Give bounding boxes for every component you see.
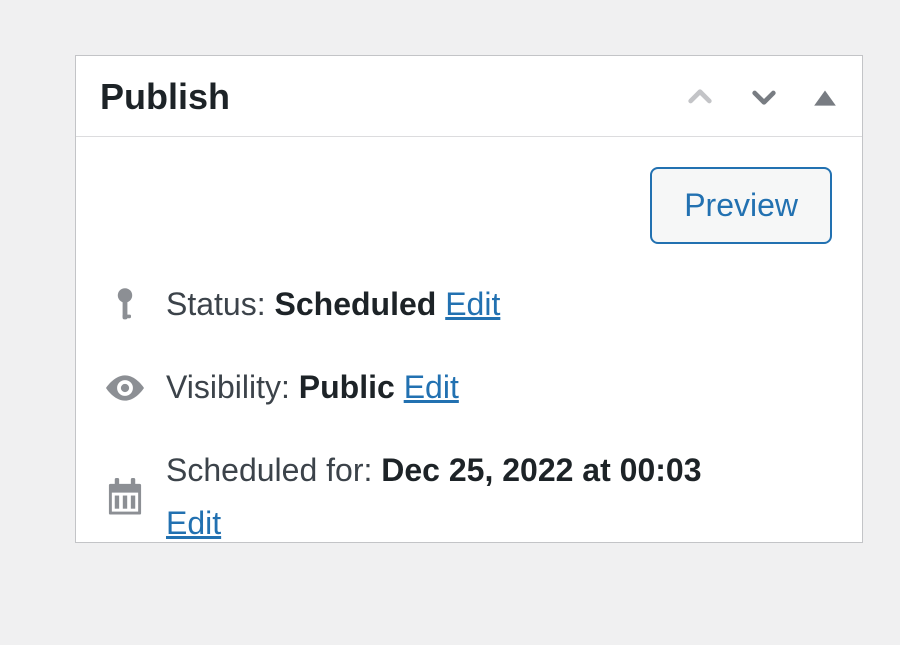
visibility-value: Public — [299, 369, 395, 405]
publish-metabox: Publish Preview Status: Scheduled Edit — [75, 55, 863, 543]
publish-header: Publish — [76, 56, 862, 137]
collapse-toggle-icon[interactable] — [812, 84, 838, 110]
key-icon — [106, 287, 144, 323]
visibility-edit-link[interactable]: Edit — [404, 369, 459, 405]
publish-body: Preview Status: Scheduled Edit Visibilit… — [76, 137, 862, 542]
schedule-label: Scheduled for: — [166, 452, 372, 488]
status-value: Scheduled — [275, 286, 437, 322]
visibility-row: Visibility: Public Edit — [106, 369, 832, 406]
eye-icon — [106, 375, 144, 401]
preview-row: Preview — [106, 167, 832, 244]
schedule-value: Dec 25, 2022 at 00:03 — [381, 452, 701, 488]
status-label: Status: — [166, 286, 266, 322]
move-up-icon[interactable] — [684, 81, 716, 113]
schedule-row: Scheduled for: Dec 25, 2022 at 00:03 Edi… — [106, 452, 832, 542]
header-controls — [684, 81, 838, 113]
status-edit-link[interactable]: Edit — [445, 286, 500, 322]
visibility-label: Visibility: — [166, 369, 290, 405]
move-down-icon[interactable] — [748, 81, 780, 113]
status-row: Status: Scheduled Edit — [106, 286, 832, 323]
calendar-icon — [106, 478, 144, 516]
preview-button[interactable]: Preview — [650, 167, 832, 244]
schedule-edit-link[interactable]: Edit — [166, 505, 765, 542]
publish-title: Publish — [100, 76, 230, 118]
